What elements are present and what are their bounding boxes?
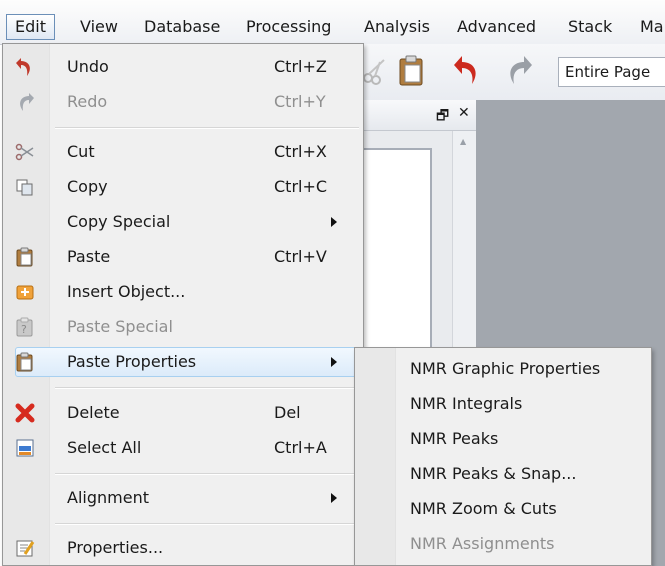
menu-edit[interactable]: Edit (6, 14, 55, 40)
menu-item-label: NMR Zoom & Cuts (410, 499, 557, 518)
submenu-item-nmr-peaks[interactable]: NMR Peaks (355, 421, 651, 456)
clipboard-icon (16, 247, 33, 267)
menu-item-paste[interactable]: Paste Ctrl+V (3, 240, 363, 274)
menu-item-shortcut: Ctrl+X (274, 142, 327, 161)
submenu-arrow-icon (331, 217, 337, 227)
zoom-select[interactable]: Entire Page (558, 57, 665, 87)
menu-item-label: NMR Peaks (410, 429, 499, 448)
properties-icon (16, 540, 35, 557)
clipboard-icon (16, 352, 33, 372)
menu-item-insert-object[interactable]: Insert Object... (3, 275, 363, 309)
menu-item-label: Cut (67, 142, 95, 161)
clipboard-icon[interactable] (395, 54, 429, 88)
menu-item-shortcut: Ctrl+Y (274, 92, 326, 111)
menu-item-undo[interactable]: Undo Ctrl+Z (3, 50, 363, 84)
menu-item-properties[interactable]: Properties... (3, 531, 363, 565)
paste-special-icon: ? (16, 317, 33, 337)
menu-advanced[interactable]: Advanced (457, 14, 536, 40)
menu-more[interactable]: Ma (640, 14, 664, 40)
delete-x-icon (15, 403, 35, 423)
menu-item-label: NMR Integrals (410, 394, 523, 413)
redo-icon (20, 93, 34, 111)
menu-separator (55, 387, 359, 389)
menu-item-cut[interactable]: Cut Ctrl+X (3, 135, 363, 169)
menu-item-label: Select All (67, 438, 142, 457)
menu-item-label: Redo (67, 92, 108, 111)
menu-item-label: Delete (67, 403, 120, 422)
menu-item-label: Copy (67, 177, 108, 196)
undo-icon[interactable] (452, 54, 486, 88)
menu-separator (55, 523, 359, 525)
menu-item-shortcut: Ctrl+C (274, 177, 328, 196)
menu-item-shortcut: Ctrl+V (274, 247, 327, 266)
menu-item-label: Properties... (67, 538, 164, 557)
copy-icon (16, 179, 33, 196)
menu-separator (55, 473, 359, 475)
submenu-item-nmr-assignments[interactable]: NMR Assignments (355, 526, 651, 561)
menu-item-label: Paste Special (67, 317, 173, 336)
menu-item-delete[interactable]: Delete Del (3, 396, 363, 430)
edit-menu: Undo Ctrl+Z Redo Ctrl+Y Cut Ctrl+X Copy … (2, 43, 364, 566)
select-all-icon (16, 439, 34, 457)
menu-view[interactable]: View (80, 14, 118, 40)
redo-icon[interactable] (500, 54, 534, 88)
paste-properties-submenu: NMR Graphic Properties NMR Integrals NMR… (354, 347, 652, 566)
scissors-icon (15, 143, 34, 161)
menu-item-label: Copy Special (67, 212, 171, 231)
undo-icon (16, 58, 30, 76)
menu-item-alignment[interactable]: Alignment (3, 481, 363, 515)
menu-item-shortcut: Ctrl+Z (274, 57, 327, 76)
close-icon[interactable]: ✕ (458, 105, 470, 121)
menu-stack[interactable]: Stack (568, 14, 612, 40)
menu-item-paste-properties[interactable]: Paste Properties (3, 345, 363, 379)
menu-item-copy[interactable]: Copy Ctrl+C (3, 170, 363, 204)
menu-bar: Edit View Database Processing Analysis A… (0, 0, 665, 45)
menu-item-label: Paste Properties (67, 352, 197, 371)
menu-item-select-all[interactable]: Select All Ctrl+A (3, 431, 363, 465)
menu-item-label: Paste (67, 247, 111, 266)
submenu-arrow-icon (331, 357, 337, 367)
menu-item-label: NMR Assignments (410, 534, 555, 553)
menu-analysis[interactable]: Analysis (364, 14, 430, 40)
submenu-arrow-icon (331, 493, 337, 503)
menu-item-label: Alignment (67, 488, 149, 507)
scroll-up-icon[interactable]: ▲ (460, 137, 466, 146)
svg-text:?: ? (21, 323, 27, 336)
submenu-item-nmr-zoom-cuts[interactable]: NMR Zoom & Cuts (355, 491, 651, 526)
menu-item-label: NMR Peaks & Snap... (410, 464, 577, 483)
menu-separator (55, 127, 359, 129)
restore-icon[interactable]: 🗗 (436, 105, 449, 129)
menu-item-label: Undo (67, 57, 109, 76)
menu-item-paste-special[interactable]: ? Paste Special (3, 310, 363, 344)
menu-database[interactable]: Database (144, 14, 220, 40)
submenu-item-nmr-peaks-snap[interactable]: NMR Peaks & Snap... (355, 456, 651, 491)
menu-item-copy-special[interactable]: Copy Special (3, 205, 363, 239)
insert-object-icon (16, 285, 34, 300)
menu-item-redo[interactable]: Redo Ctrl+Y (3, 85, 363, 119)
menu-processing[interactable]: Processing (246, 14, 331, 40)
menu-item-shortcut: Del (274, 403, 301, 422)
menu-item-label: Insert Object... (67, 282, 186, 301)
submenu-item-nmr-graphic-properties[interactable]: NMR Graphic Properties (355, 351, 651, 386)
menu-item-label: NMR Graphic Properties (410, 359, 601, 378)
menu-item-shortcut: Ctrl+A (274, 438, 327, 457)
submenu-item-nmr-integrals[interactable]: NMR Integrals (355, 386, 651, 421)
